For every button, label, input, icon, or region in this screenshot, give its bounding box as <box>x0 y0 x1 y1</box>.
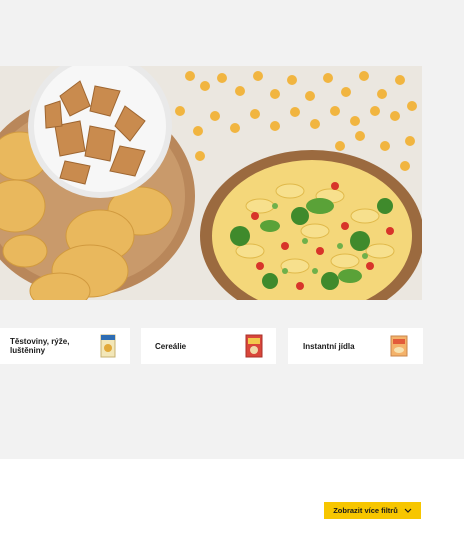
category-card-pasta[interactable]: Těstoviny, rýže, luštěniny <box>0 328 130 364</box>
category-cards: Těstoviny, rýže, luštěniny Cereálie Inst… <box>0 328 464 364</box>
category-card-label: Instantní jídla <box>303 341 355 351</box>
instant-meal-package-icon <box>390 335 408 357</box>
cereal-box-icon <box>245 334 263 358</box>
chevron-down-icon <box>404 508 412 513</box>
show-more-filters-label: Zobrazit více filtrů <box>333 506 398 515</box>
category-card-label: Cereálie <box>155 341 187 351</box>
hero-banner-image <box>0 66 422 300</box>
category-card-cereals[interactable]: Cereálie <box>141 328 276 364</box>
show-more-filters-button[interactable]: Zobrazit více filtrů <box>324 502 421 519</box>
category-card-label: Těstoviny, rýže, luštěniny <box>10 337 70 355</box>
category-card-instant-meals[interactable]: Instantní jídla <box>288 328 423 364</box>
pasta-package-icon <box>100 334 116 358</box>
